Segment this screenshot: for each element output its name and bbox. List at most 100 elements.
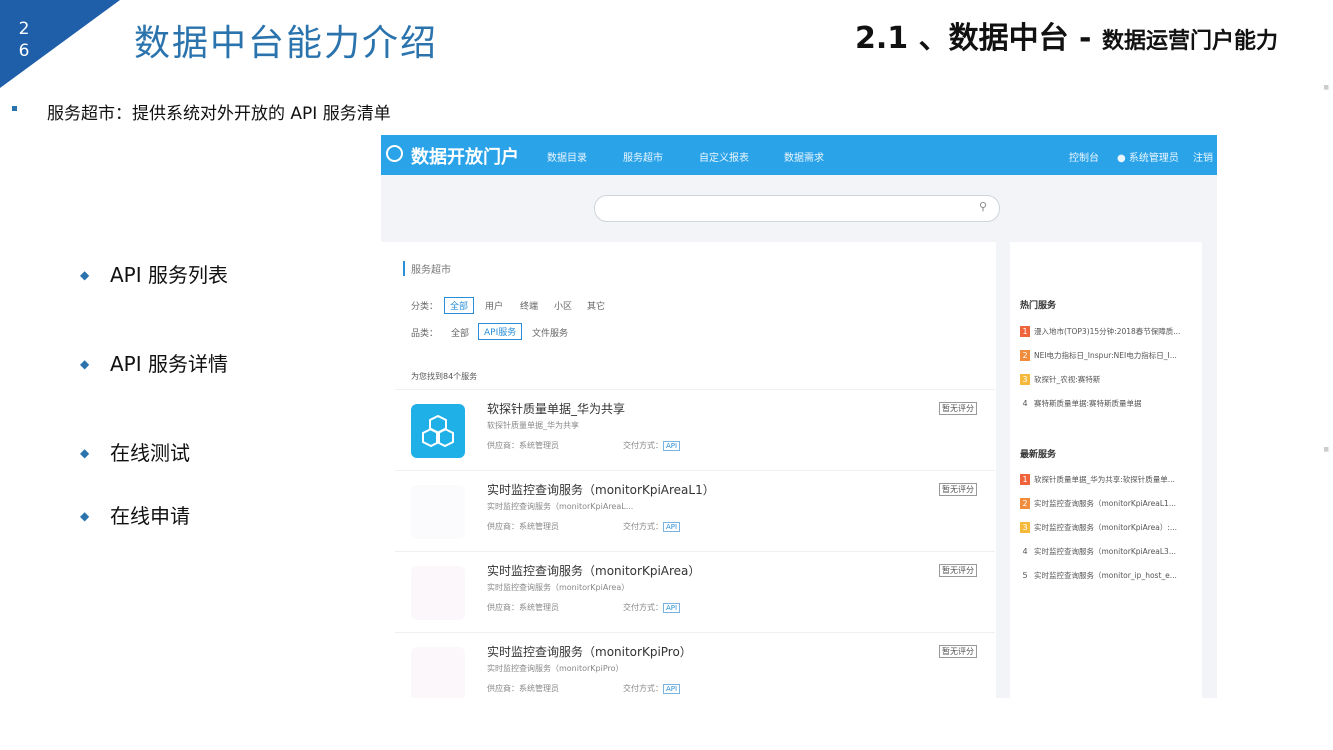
api-badge: API bbox=[663, 603, 681, 613]
delivery-label: 交付方式： bbox=[623, 441, 663, 450]
diamond-bullet-icon: ◆ bbox=[80, 357, 90, 371]
delivery-label: 交付方式： bbox=[623, 684, 663, 693]
sub-bullet-text: API 服务列表 bbox=[110, 263, 228, 287]
rank-badge: 1 bbox=[1020, 474, 1030, 485]
filter-type-option[interactable]: API服务 bbox=[478, 323, 523, 340]
rank-badge: 3 bbox=[1020, 374, 1030, 385]
service-card[interactable]: 实时监控查询服务（monitorKpiPro） 实时监控查询服务（monitor… bbox=[395, 632, 995, 698]
subtitle-small: 数据运营门户能力 bbox=[1101, 29, 1278, 54]
new-service-item[interactable]: 5 实时监控查询服务（monitor_ip_host_e... bbox=[1020, 570, 1198, 581]
sub-bullet-text: API 服务详情 bbox=[110, 352, 228, 376]
diamond-bullet-icon: ◆ bbox=[80, 446, 90, 460]
hot-service-item[interactable]: 2 NEI电力指标日_Inspur:NEI电力指标日_I... bbox=[1020, 350, 1198, 361]
service-name[interactable]: 软探针质量单据_华为共享 bbox=[487, 400, 625, 417]
service-card[interactable]: 实时监控查询服务（monitorKpiAreaL1） 实时监控查询服务（moni… bbox=[395, 470, 995, 551]
service-icon bbox=[411, 485, 465, 539]
filter-category-option[interactable]: 其它 bbox=[587, 299, 605, 312]
new-service-text: 实时监控查询服务（monitor_ip_host_e... bbox=[1034, 571, 1177, 580]
service-provider: 供应商：系统管理员 bbox=[487, 684, 559, 693]
nav-item-console[interactable]: 控制台 bbox=[1069, 149, 1099, 164]
service-icon bbox=[411, 647, 465, 698]
square-bullet-icon bbox=[12, 105, 17, 111]
new-service-item[interactable]: 3 实时监控查询服务（monitorKpiArea）:... bbox=[1020, 522, 1198, 533]
filter-type-option[interactable]: 全部 bbox=[451, 326, 469, 339]
search-icon[interactable]: ⚲ bbox=[979, 200, 987, 213]
service-desc: 实时监控查询服务（monitorKpiArea） bbox=[487, 583, 630, 592]
breadcrumb: 服务超市 bbox=[403, 261, 451, 276]
service-provider: 供应商：系统管理员 bbox=[487, 441, 559, 450]
rating-badge: 暂无评分 bbox=[939, 564, 977, 577]
rating-badge: 暂无评分 bbox=[939, 483, 977, 496]
rating-badge: 暂无评分 bbox=[939, 645, 977, 658]
rank-badge: 2 bbox=[1020, 350, 1030, 361]
rank-badge: 4 bbox=[1022, 547, 1028, 556]
filter-type-option[interactable]: 文件服务 bbox=[532, 326, 568, 339]
new-service-text: 实时监控查询服务（monitorKpiAreaL3... bbox=[1034, 547, 1176, 556]
nav-item-logout[interactable]: 注销 bbox=[1193, 149, 1213, 164]
slide-number: 2 6 bbox=[14, 18, 34, 62]
service-provider: 供应商：系统管理员 bbox=[487, 603, 559, 612]
rating-badge: 暂无评分 bbox=[939, 402, 977, 415]
filter-category-option[interactable]: 终端 bbox=[520, 299, 538, 312]
diamond-bullet-icon: ◆ bbox=[80, 268, 90, 282]
nav-item-custom-report[interactable]: 自定义报表 bbox=[699, 149, 749, 164]
service-icon bbox=[411, 404, 465, 458]
api-badge: API bbox=[663, 684, 681, 694]
rank-badge: 3 bbox=[1020, 522, 1030, 533]
portal-navbar: 数据开放门户 数据目录 服务超市 自定义报表 数据需求 控制台 ● 系统管理员 … bbox=[381, 135, 1217, 175]
service-delivery: 交付方式： API bbox=[623, 683, 681, 694]
portal-screenshot: 数据开放门户 数据目录 服务超市 自定义报表 数据需求 控制台 ● 系统管理员 … bbox=[381, 135, 1217, 698]
sidebar-panel: 热门服务 1 漫入地市(TOP3)15分钟:2018春节保障质... 2 NEI电力… bbox=[1010, 242, 1202, 698]
service-card[interactable]: 实时监控查询服务（monitorKpiArea） 实时监控查询服务（monito… bbox=[395, 551, 995, 632]
nav-item-data-request[interactable]: 数据需求 bbox=[784, 149, 824, 164]
rank-badge: 5 bbox=[1022, 571, 1028, 580]
slide-number-digit-1: 2 bbox=[18, 19, 30, 39]
hot-services-title: 热门服务 bbox=[1020, 301, 1057, 311]
decoration-dot: ■ bbox=[1323, 84, 1329, 91]
nav-item-service-market[interactable]: 服务超市 bbox=[623, 149, 663, 164]
main-bullet: 服务超市：提供系统对外开放的 API 服务清单 bbox=[12, 104, 427, 125]
result-count: 为您找到84个服务 bbox=[411, 372, 478, 381]
hot-service-text: 赛特斯质量单据:赛特斯质量单据 bbox=[1034, 399, 1142, 408]
service-name[interactable]: 实时监控查询服务（monitorKpiAreaL1） bbox=[487, 481, 715, 498]
service-delivery: 交付方式： API bbox=[623, 602, 681, 613]
new-services-title: 最新服务 bbox=[1020, 450, 1057, 460]
portal-logo-icon bbox=[386, 145, 403, 162]
service-card[interactable]: 软探针质量单据_华为共享 软探针质量单据_华为共享 供应商：系统管理员 交付方式… bbox=[395, 389, 995, 470]
api-badge: API bbox=[663, 522, 681, 532]
slide-title: 数据中台能力介绍 bbox=[134, 23, 439, 64]
hot-service-text: 软探针_农视:赛特斯 bbox=[1034, 375, 1101, 384]
service-delivery: 交付方式： API bbox=[623, 521, 681, 532]
filter-category-option[interactable]: 用户 bbox=[485, 299, 503, 312]
filter-category-option[interactable]: 小区 bbox=[554, 299, 572, 312]
rank-badge: 2 bbox=[1020, 498, 1030, 509]
user-icon: ● bbox=[1117, 153, 1129, 164]
nav-item-data-catalog[interactable]: 数据目录 bbox=[547, 149, 587, 164]
diamond-bullet-icon: ◆ bbox=[80, 509, 90, 523]
hexagon-cluster-icon bbox=[422, 414, 454, 448]
search-input[interactable]: ⚲ bbox=[594, 195, 1000, 222]
sub-bullet-text: 在线测试 bbox=[110, 441, 190, 465]
hot-service-item[interactable]: 1 漫入地市(TOP3)15分钟:2018春节保障质... bbox=[1020, 326, 1198, 337]
delivery-label: 交付方式： bbox=[623, 522, 663, 531]
service-name[interactable]: 实时监控查询服务（monitorKpiPro） bbox=[487, 643, 692, 660]
hot-service-item[interactable]: 4 赛特斯质量单据:赛特斯质量单据 bbox=[1020, 398, 1198, 409]
hot-service-item[interactable]: 3 软探针_农视:赛特斯 bbox=[1020, 374, 1198, 385]
new-service-item[interactable]: 1 软探针质量单据_华为共享:软探针质量单... bbox=[1020, 474, 1198, 485]
filter-category-option[interactable]: 全部 bbox=[444, 297, 475, 314]
service-desc: 软探针质量单据_华为共享 bbox=[487, 421, 579, 430]
decoration-dot: ■ bbox=[1323, 446, 1329, 453]
nav-item-user[interactable]: ● 系统管理员 bbox=[1117, 149, 1179, 164]
service-desc: 实时监控查询服务（monitorKpiPro） bbox=[487, 664, 624, 673]
new-service-item[interactable]: 2 实时监控查询服务（monitorKpiAreaL1... bbox=[1020, 498, 1198, 509]
rank-badge: 1 bbox=[1020, 326, 1030, 337]
subtitle-main: 2.1 、数据中台 - bbox=[855, 21, 1102, 56]
nav-user-label: 系统管理员 bbox=[1128, 153, 1179, 164]
hot-service-text: NEI电力指标日_Inspur:NEI电力指标日_I... bbox=[1034, 351, 1177, 360]
service-name[interactable]: 实时监控查询服务（monitorKpiArea） bbox=[487, 562, 700, 579]
main-bullet-text: 服务超市：提供系统对外开放的 API 服务清单 bbox=[47, 104, 391, 124]
service-icon bbox=[411, 566, 465, 620]
new-service-text: 软探针质量单据_华为共享:软探针质量单... bbox=[1034, 475, 1175, 484]
new-service-item[interactable]: 4 实时监控查询服务（monitorKpiAreaL3... bbox=[1020, 546, 1198, 557]
slide-subtitle: 2.1 、数据中台 - 数据运营门户能力 bbox=[855, 22, 1285, 59]
